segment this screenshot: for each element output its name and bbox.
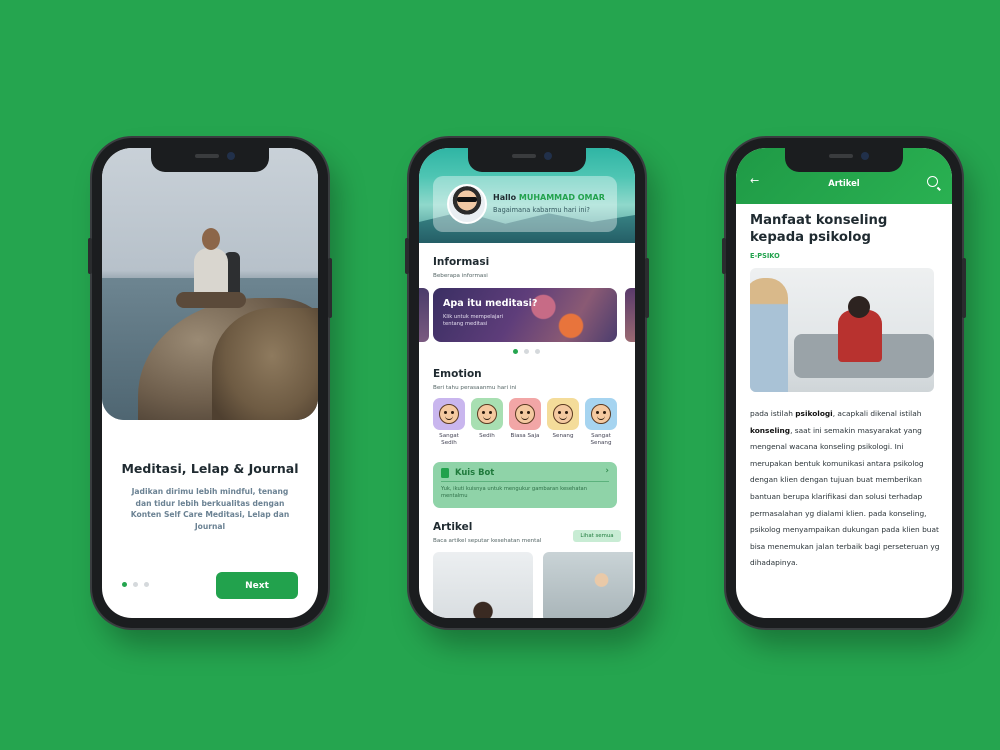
emotion-label: Sedih bbox=[479, 433, 495, 439]
emotion-label: Senang bbox=[552, 433, 574, 439]
emotion-label: Sangat Sedih bbox=[439, 433, 459, 446]
pager-dot-1[interactable] bbox=[122, 582, 127, 587]
article-thumbnail[interactable] bbox=[543, 552, 633, 618]
onboarding-title: Meditasi, Lelap & Journal bbox=[121, 461, 299, 476]
article-thumbnail[interactable] bbox=[433, 552, 533, 618]
emoji-face-icon[interactable] bbox=[433, 398, 465, 430]
meditation-hero-image bbox=[102, 148, 318, 420]
emotion-label: Biasa Saja bbox=[510, 433, 540, 439]
info-card-meditasi[interactable]: Apa itu meditasi? Klik untuk mempelajari… bbox=[433, 288, 617, 342]
pager-dot-3[interactable] bbox=[535, 349, 540, 354]
emotion-option[interactable]: Sangat Sedih bbox=[433, 398, 465, 447]
phone-article: ← Artikel Manfaat konseling kepada psiko… bbox=[722, 138, 966, 628]
notch bbox=[785, 148, 903, 172]
emoji-face-icon[interactable] bbox=[585, 398, 617, 430]
pager-dot-2[interactable] bbox=[133, 582, 138, 587]
section-sub-emotion: Beri tahu perasaanmu hari ini bbox=[433, 385, 517, 391]
emoji-face-icon[interactable] bbox=[509, 398, 541, 430]
article-title: Manfaat konseling kepada psikolog bbox=[750, 213, 888, 245]
onboarding-screen: Meditasi, Lelap & Journal Jadikan dirimu… bbox=[102, 148, 318, 618]
pager-dot-3[interactable] bbox=[144, 582, 149, 587]
kuis-bot-card[interactable]: Kuis Bot › Yuk, ikuti kuisnya untuk meng… bbox=[433, 462, 617, 508]
section-sub-informasi: Beberapa informasi bbox=[433, 273, 488, 279]
document-icon bbox=[441, 468, 449, 478]
kuis-bot-subtitle: Yuk, ikuti kuisnya untuk mengukur gambar… bbox=[441, 486, 588, 499]
emoji-face-icon[interactable] bbox=[471, 398, 503, 430]
search-icon[interactable] bbox=[927, 176, 938, 187]
emotion-option[interactable]: Senang bbox=[547, 398, 579, 447]
next-button[interactable]: Next bbox=[216, 572, 298, 599]
section-title-artikel: Artikel bbox=[433, 521, 473, 533]
carousel-next-card[interactable] bbox=[625, 288, 635, 342]
section-sub-artikel: Baca artikel seputar kesehatan mental bbox=[433, 538, 542, 544]
notch bbox=[468, 148, 586, 172]
article-image bbox=[750, 268, 934, 392]
emotion-option[interactable]: Sangat Senang bbox=[585, 398, 617, 447]
emotion-option[interactable]: Biasa Saja bbox=[509, 398, 541, 447]
section-title-informasi: Informasi bbox=[433, 256, 490, 268]
kuis-bot-title: Kuis Bot bbox=[455, 467, 495, 477]
notch bbox=[151, 148, 269, 172]
see-all-button[interactable]: Lihat semua bbox=[573, 530, 621, 542]
emoji-face-icon[interactable] bbox=[547, 398, 579, 430]
article-body: pada istilah psikologi, acapkali dikenal… bbox=[750, 409, 940, 568]
pager-dot-2[interactable] bbox=[524, 349, 529, 354]
article-source: E-PSIKO bbox=[750, 252, 780, 260]
app-bar-title: Artikel bbox=[828, 178, 860, 188]
user-name: MUHAMMAD OMAR bbox=[518, 193, 605, 202]
info-pager[interactable] bbox=[513, 349, 540, 354]
greeting-subtitle: Bagaimana kabarmu hari ini? bbox=[493, 206, 590, 214]
pager-dot-1[interactable] bbox=[513, 349, 518, 354]
onboarding-pager[interactable] bbox=[122, 582, 149, 587]
greeting-text: Hallo MUHAMMAD OMAR bbox=[493, 193, 605, 202]
home-screen: Hallo MUHAMMAD OMAR Bagaimana kabarmu ha… bbox=[419, 148, 635, 618]
emotion-option[interactable]: Sedih bbox=[471, 398, 503, 447]
phone-home: Hallo MUHAMMAD OMAR Bagaimana kabarmu ha… bbox=[405, 138, 649, 628]
chevron-right-icon: › bbox=[605, 466, 609, 476]
greeting-card: Hallo MUHAMMAD OMAR Bagaimana kabarmu ha… bbox=[433, 176, 617, 232]
section-title-emotion: Emotion bbox=[433, 368, 482, 380]
emotion-label: Sangat Senang bbox=[590, 433, 612, 446]
onboarding-description: Jadikan dirimu lebih mindful, tenang dan… bbox=[130, 487, 290, 531]
phone-onboarding: Meditasi, Lelap & Journal Jadikan dirimu… bbox=[88, 138, 332, 628]
emotion-picker: Sangat Sedih Sedih Biasa Saja Senang Sangat … bbox=[433, 398, 617, 447]
carousel-prev-card[interactable] bbox=[419, 288, 429, 342]
article-screen: ← Artikel Manfaat konseling kepada psiko… bbox=[736, 148, 952, 618]
avatar[interactable] bbox=[447, 184, 487, 224]
